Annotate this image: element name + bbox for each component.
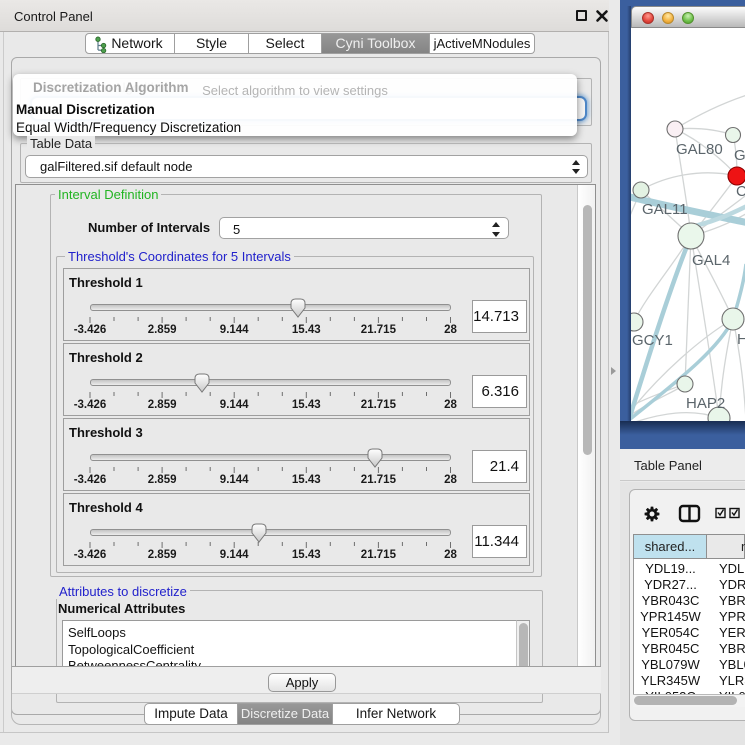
- svg-text:GAL11: GAL11: [642, 201, 688, 218]
- svg-text:GAL4: GAL4: [692, 252, 730, 269]
- svg-text:H: H: [737, 331, 745, 348]
- svg-text:GAL80: GAL80: [676, 141, 723, 158]
- svg-text:GCY1: GCY1: [632, 332, 673, 349]
- svg-text:G.: G.: [734, 147, 745, 164]
- svg-text:C: C: [736, 183, 745, 200]
- svg-text:HAP2: HAP2: [686, 395, 725, 412]
